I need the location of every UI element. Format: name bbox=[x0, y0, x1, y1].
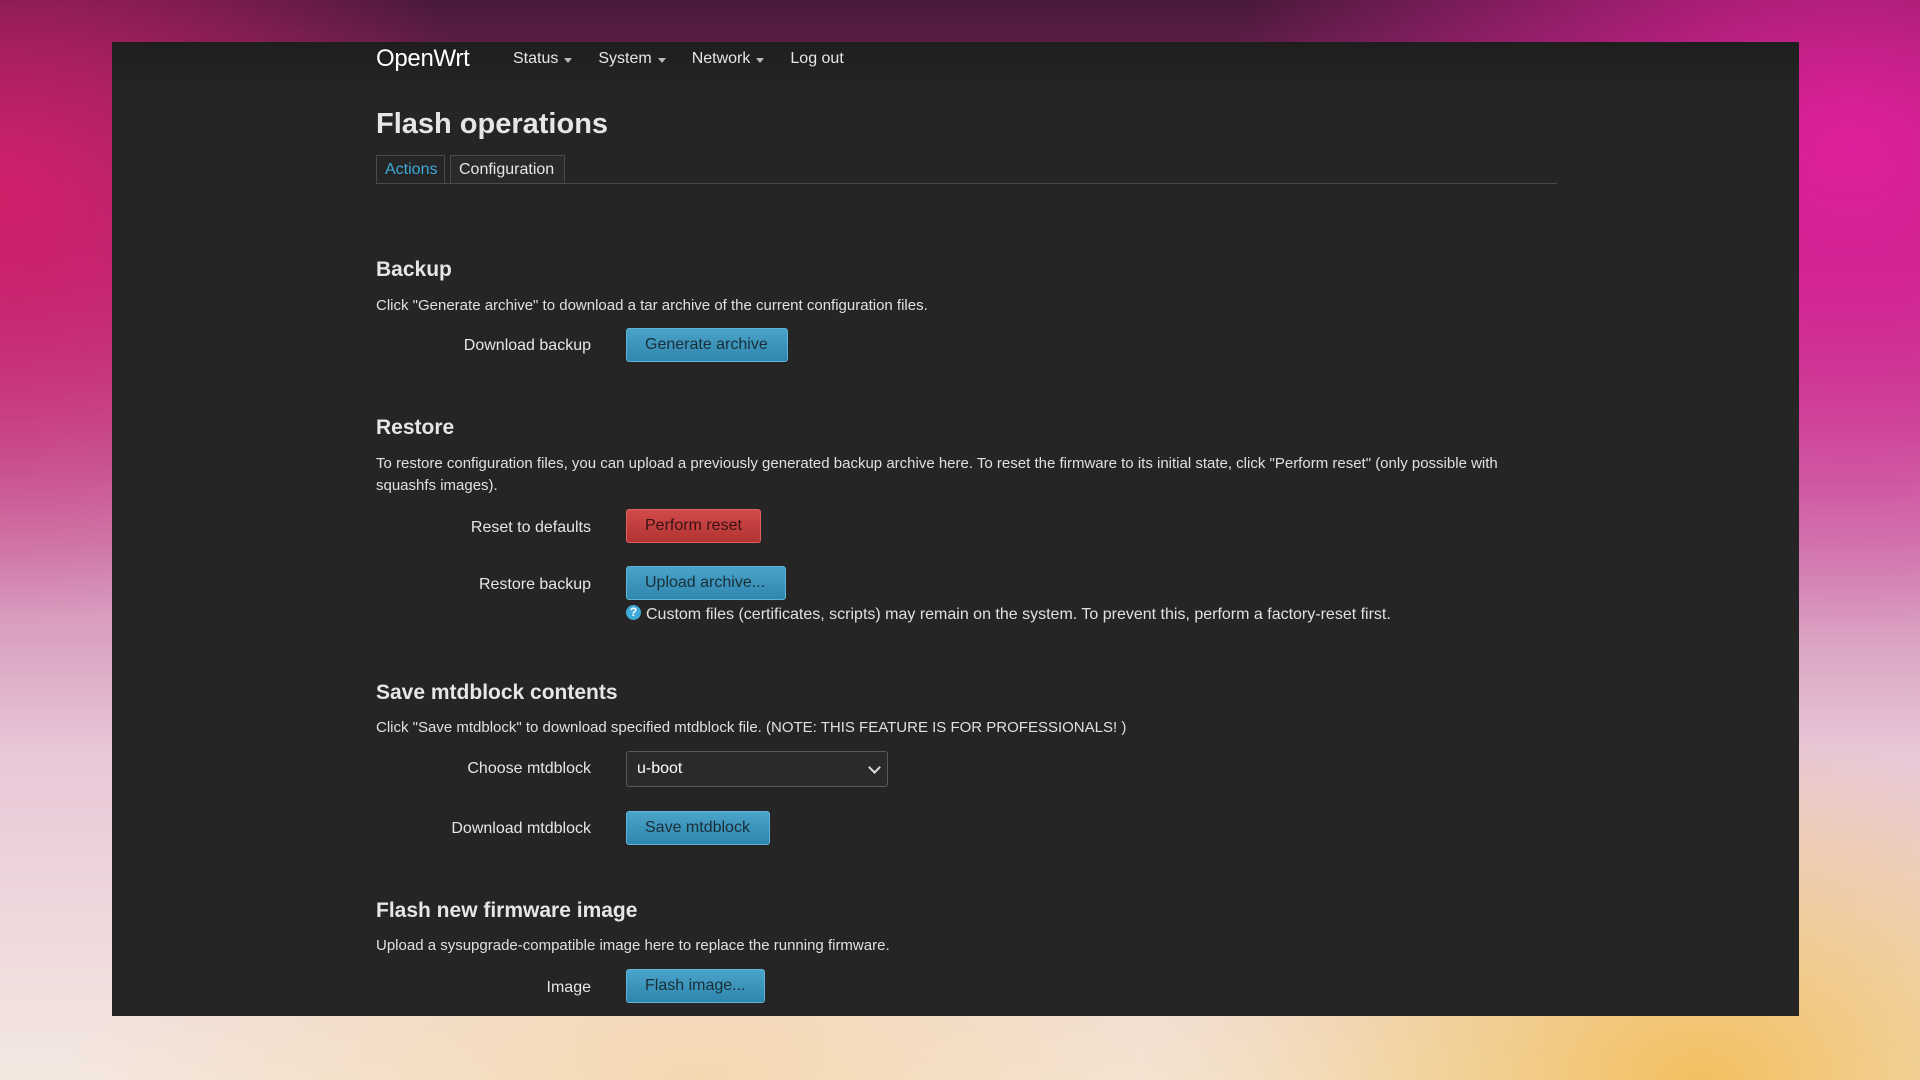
perform-reset-button[interactable]: Perform reset bbox=[626, 509, 761, 543]
caret-down-icon bbox=[657, 57, 666, 63]
luci-window: OpenWrt Status System Network Log out Fl… bbox=[112, 42, 1799, 1016]
nav-status-label: Status bbox=[513, 50, 559, 67]
upload-archive-button[interactable]: Upload archive... bbox=[626, 566, 786, 600]
mtdblock-selected-value: u-boot bbox=[637, 760, 683, 777]
flash-image-button[interactable]: Flash image... bbox=[626, 969, 765, 1003]
generate-archive-button[interactable]: Generate archive bbox=[626, 328, 788, 362]
nav-status[interactable]: Status bbox=[513, 50, 573, 68]
tab-bar: Actions Configuration bbox=[376, 155, 1557, 184]
backup-description: Click "Generate archive" to download a t… bbox=[376, 297, 928, 314]
top-navbar: OpenWrt Status System Network Log out bbox=[112, 42, 1799, 92]
restore-hint: ? Custom files (certificates, scripts) m… bbox=[626, 604, 1391, 624]
caret-down-icon bbox=[564, 57, 573, 63]
choose-mtdblock-label: Choose mtdblock bbox=[467, 760, 591, 777]
nav-logout-label: Log out bbox=[790, 50, 844, 67]
nav-system[interactable]: System bbox=[598, 50, 666, 68]
restore-backup-label: Restore backup bbox=[478, 576, 591, 593]
nav-network[interactable]: Network bbox=[692, 50, 765, 68]
mtdblock-select[interactable]: u-boot bbox=[626, 751, 888, 787]
image-label: Image bbox=[546, 979, 591, 996]
download-backup-label: Download backup bbox=[463, 337, 591, 354]
caret-down-icon bbox=[756, 57, 765, 63]
main-nav: Status System Network Log out bbox=[513, 50, 870, 68]
page-title: Flash operations bbox=[376, 108, 609, 140]
nav-system-label: System bbox=[598, 50, 652, 67]
save-mtdblock-button[interactable]: Save mtdblock bbox=[626, 811, 770, 845]
tab-actions[interactable]: Actions bbox=[376, 155, 445, 183]
firmware-description: Upload a sysupgrade-compatible image her… bbox=[376, 937, 890, 954]
firmware-section-title: Flash new firmware image bbox=[376, 899, 638, 922]
mtdblock-description: Click "Save mtdblock" to download specif… bbox=[376, 719, 1127, 736]
backup-section-title: Backup bbox=[376, 258, 452, 281]
question-circle-icon: ? bbox=[626, 604, 641, 620]
restore-hint-text: Custom files (certificates, scripts) may… bbox=[646, 606, 1391, 623]
restore-description: To restore configuration files, you can … bbox=[376, 455, 1498, 494]
download-mtdblock-label: Download mtdblock bbox=[451, 820, 591, 837]
restore-section-title: Restore bbox=[376, 416, 455, 439]
nav-network-label: Network bbox=[691, 50, 751, 67]
chevron-down-icon bbox=[868, 761, 881, 774]
tab-configuration[interactable]: Configuration bbox=[450, 155, 565, 183]
mtdblock-section-title: Save mtdblock contents bbox=[376, 681, 618, 704]
brand-logo[interactable]: OpenWrt bbox=[376, 45, 470, 73]
nav-logout[interactable]: Log out bbox=[790, 50, 843, 68]
reset-to-defaults-label: Reset to defaults bbox=[470, 519, 591, 536]
